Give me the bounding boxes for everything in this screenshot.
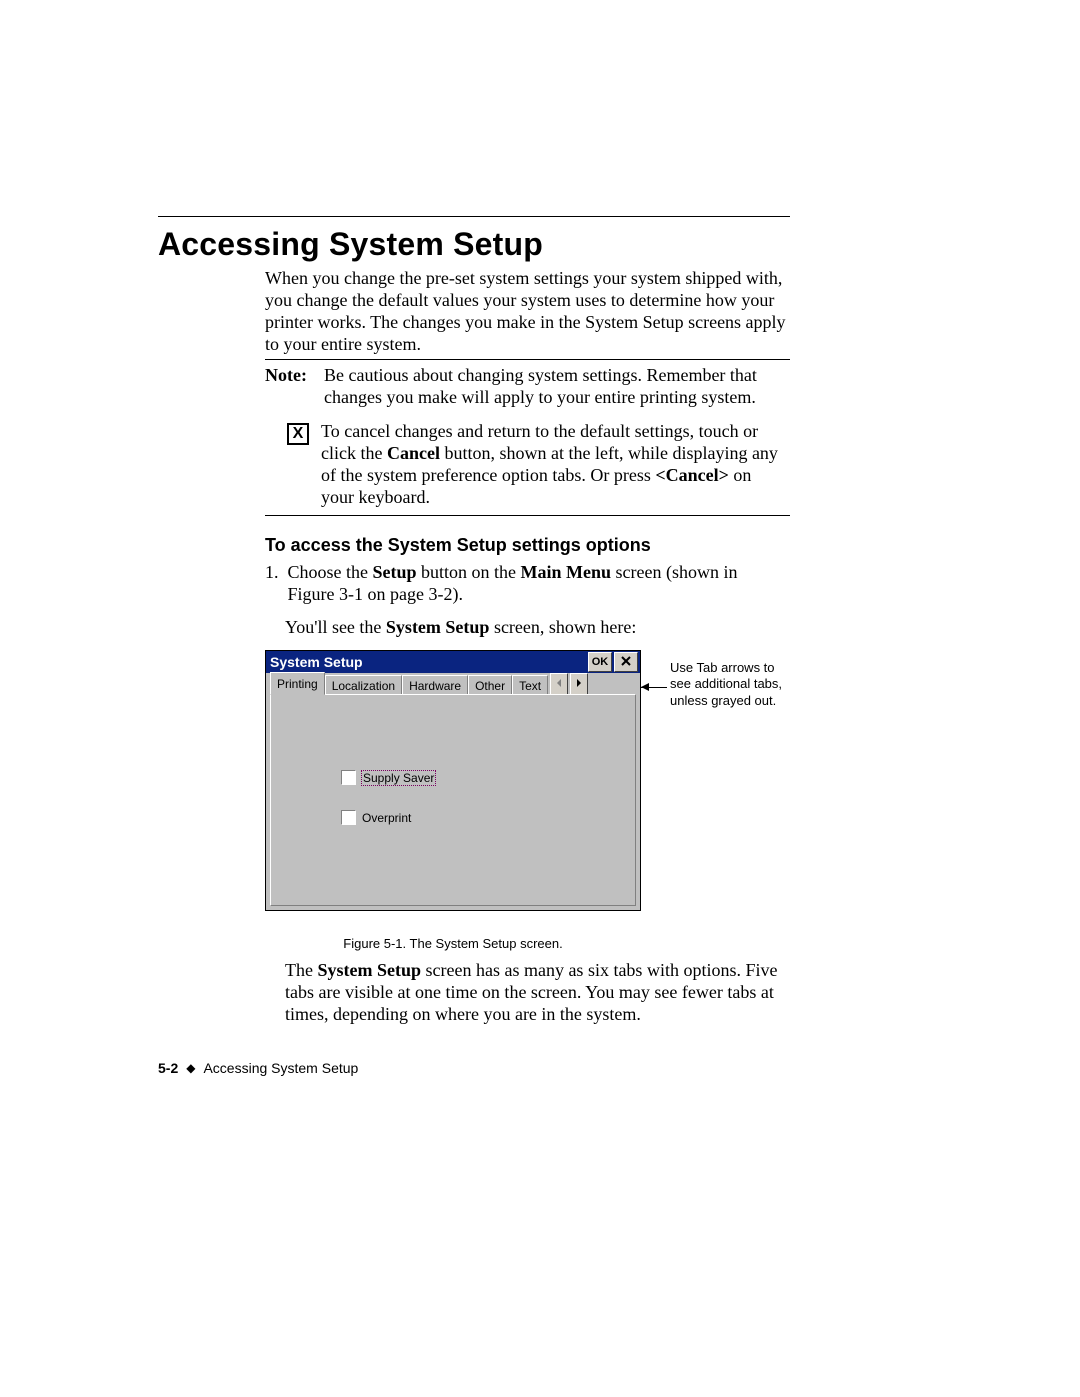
page: Accessing System Setup When you change t…	[0, 0, 1080, 1397]
tab-hardware[interactable]: Hardware	[402, 675, 468, 696]
checkbox-box-icon	[341, 810, 356, 825]
tab-printing[interactable]: Printing	[270, 672, 325, 695]
tab-other[interactable]: Other	[468, 675, 512, 696]
close-icon	[621, 656, 631, 669]
step1b-pre: You'll see the	[285, 617, 386, 637]
close-button[interactable]	[614, 652, 638, 672]
rule-above-note	[265, 359, 790, 360]
ok-button[interactable]: OK	[588, 652, 612, 672]
annotation-arrow-line	[641, 687, 667, 688]
system-setup-dialog: System Setup OK Printing Localization Ha…	[265, 650, 641, 911]
step1-b1: Setup	[373, 562, 417, 582]
figure-caption: Figure 5-1. The System Setup screen.	[265, 936, 641, 951]
tab-panel: Supply Saver Overprint	[270, 694, 636, 906]
cancel-block: X To cancel changes and return to the de…	[287, 421, 790, 509]
page-footer: 5-2 ◆ Accessing System Setup	[158, 1060, 358, 1076]
footer-page-number: 5-2	[158, 1060, 178, 1076]
cancel-icon: X	[287, 423, 309, 445]
step-1b: You'll see the System Setup screen, show…	[285, 617, 790, 639]
tab-text[interactable]: Text	[512, 675, 548, 696]
after-b: System Setup	[317, 960, 421, 980]
step-1: 1. Choose the Setup button on the Main M…	[265, 562, 790, 606]
step1-pre: Choose the	[288, 562, 373, 582]
subheading: To access the System Setup settings opti…	[265, 535, 651, 556]
footer-diamond-icon: ◆	[186, 1061, 195, 1075]
tab-scroll-left[interactable]	[550, 673, 568, 695]
note-block: Note: Be cautious about changing system …	[265, 365, 790, 409]
step-1-body: Choose the Setup button on the Main Menu…	[288, 562, 788, 606]
rule-below-note	[265, 515, 790, 516]
step-1-number: 1.	[265, 562, 283, 584]
after-figure-paragraph: The System Setup screen has as many as s…	[285, 960, 790, 1026]
tab-strip: Printing Localization Hardware Other Tex…	[266, 673, 640, 695]
step1-mid1: button on the	[417, 562, 521, 582]
rule-top	[158, 216, 790, 217]
note-text: Be cautious about changing system settin…	[324, 365, 784, 409]
checkbox-box-icon	[341, 770, 356, 785]
cancel-text: To cancel changes and return to the defa…	[321, 421, 786, 509]
dialog-title: System Setup	[270, 654, 588, 670]
note-label: Note:	[265, 365, 320, 386]
chevron-right-icon	[576, 679, 582, 690]
chevron-left-icon	[556, 679, 562, 690]
annotation-text: Use Tab arrows to see additional tabs, u…	[670, 660, 790, 709]
step1b-post: screen, shown here:	[489, 617, 636, 637]
checkbox-overprint[interactable]: Overprint	[341, 810, 411, 825]
tab-localization[interactable]: Localization	[325, 675, 402, 696]
footer-section-title: Accessing System Setup	[203, 1060, 358, 1076]
step1b-b: System Setup	[386, 617, 490, 637]
cancel-bold-2: <Cancel>	[655, 465, 729, 485]
dialog-titlebar: System Setup OK	[266, 651, 640, 673]
after-pre: The	[285, 960, 317, 980]
intro-paragraph: When you change the pre-set system setti…	[265, 268, 790, 356]
page-heading: Accessing System Setup	[158, 226, 543, 263]
step1-b2: Main Menu	[521, 562, 612, 582]
tab-scroll-right[interactable]	[570, 673, 588, 695]
checkbox-label: Supply Saver	[362, 771, 435, 785]
checkbox-label: Overprint	[362, 811, 411, 825]
cancel-bold-1: Cancel	[387, 443, 440, 463]
checkbox-supply-saver[interactable]: Supply Saver	[341, 770, 435, 785]
